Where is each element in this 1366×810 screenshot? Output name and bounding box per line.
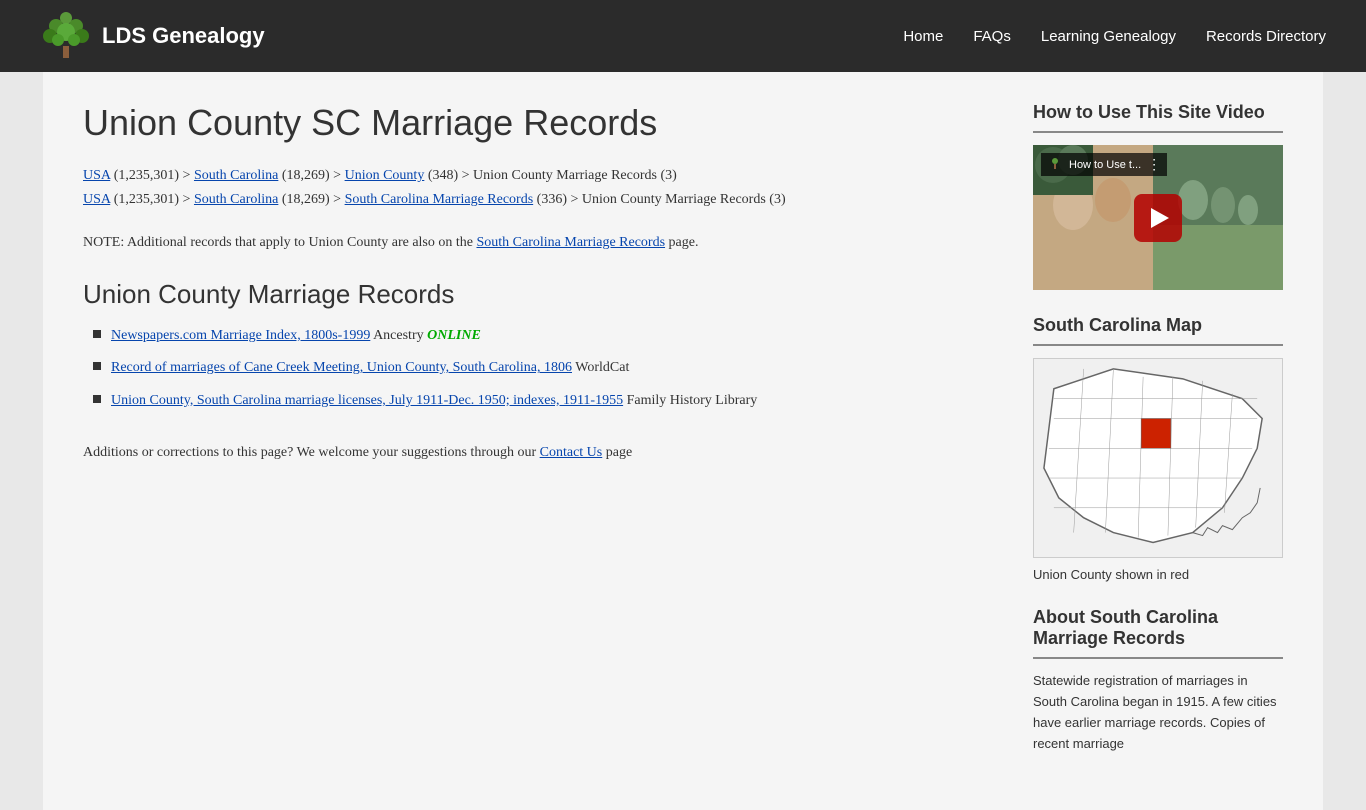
breadcrumb-sc-2[interactable]: South Carolina	[194, 192, 278, 207]
play-triangle-icon	[1151, 208, 1169, 228]
note-text: NOTE: Additional records that apply to U…	[83, 232, 993, 254]
nav-records[interactable]: Records Directory	[1206, 23, 1326, 50]
sc-map-container	[1033, 358, 1283, 562]
nav-faqs[interactable]: FAQs	[973, 23, 1011, 50]
breadcrumb-usa-2[interactable]: USA	[83, 192, 110, 207]
records-list: Newspapers.com Marriage Index, 1800s-199…	[83, 325, 993, 412]
breadcrumb-line-1: USA (1,235,301) > South Carolina (18,269…	[83, 164, 993, 188]
video-title-bar: How to Use t... ⋮	[1041, 153, 1167, 176]
sidebar-video-section: How to Use This Site Video	[1033, 102, 1283, 290]
breadcrumb-line-2: USA (1,235,301) > South Carolina (18,269…	[83, 188, 993, 212]
logo-area: LDS Genealogy	[40, 10, 903, 62]
nav-learning[interactable]: Learning Genealogy	[1041, 23, 1176, 50]
sidebar-about-title: About South Carolina Marriage Records	[1033, 607, 1283, 649]
video-title-text: How to Use t...	[1069, 159, 1141, 171]
breadcrumb-usa-1[interactable]: USA	[83, 168, 110, 183]
section-title: Union County Marriage Records	[83, 279, 993, 310]
video-thumbnail[interactable]: How to Use t... ⋮	[1033, 145, 1283, 290]
online-badge-1: ONLINE	[427, 328, 481, 343]
bullet-icon	[93, 330, 101, 338]
sidebar-map-section: South Carolina Map	[1033, 315, 1283, 582]
page-title: Union County SC Marriage Records	[83, 102, 993, 144]
record-link-2[interactable]: Record of marriages of Cane Creek Meetin…	[111, 360, 572, 375]
sidebar-about-section: About South Carolina Marriage Records St…	[1033, 607, 1283, 754]
note-sc-marriage-link[interactable]: South Carolina Marriage Records	[476, 235, 665, 250]
breadcrumb-union-county[interactable]: Union County	[345, 168, 425, 183]
record-link-3[interactable]: Union County, South Carolina marriage li…	[111, 393, 623, 408]
nav-home[interactable]: Home	[903, 23, 943, 50]
breadcrumb-sc-1[interactable]: South Carolina	[194, 168, 278, 183]
sc-map-svg	[1033, 358, 1283, 558]
sc-map-caption: Union County shown in red	[1033, 567, 1283, 582]
main-content: Union County SC Marriage Records USA (1,…	[83, 102, 993, 780]
logo-tree-icon	[40, 10, 92, 62]
contact-us-link[interactable]: Contact Us	[540, 445, 603, 460]
site-header: LDS Genealogy Home FAQs Learning Genealo…	[0, 0, 1366, 72]
sidebar-video-title: How to Use This Site Video	[1033, 102, 1283, 123]
list-item: Newspapers.com Marriage Index, 1800s-199…	[93, 325, 993, 347]
main-wrapper: Union County SC Marriage Records USA (1,…	[43, 72, 1323, 810]
play-button[interactable]	[1134, 194, 1182, 242]
additions-text: Additions or corrections to this page? W…	[83, 442, 993, 464]
bullet-icon	[93, 362, 101, 370]
list-item: Record of marriages of Cane Creek Meetin…	[93, 357, 993, 379]
bullet-icon	[93, 395, 101, 403]
sidebar-divider-2	[1033, 344, 1283, 346]
sidebar-map-title: South Carolina Map	[1033, 315, 1283, 336]
breadcrumb-sc-marriage[interactable]: South Carolina Marriage Records	[345, 192, 534, 207]
breadcrumb-area: USA (1,235,301) > South Carolina (18,269…	[83, 164, 993, 212]
about-text: Statewide registration of marriages in S…	[1033, 671, 1283, 754]
sidebar: How to Use This Site Video	[1033, 102, 1283, 780]
logo-text: LDS Genealogy	[102, 23, 265, 49]
list-item: Union County, South Carolina marriage li…	[93, 390, 993, 412]
video-logo-icon	[1047, 157, 1063, 173]
sidebar-divider-1	[1033, 131, 1283, 133]
main-nav: Home FAQs Learning Genealogy Records Dir…	[903, 23, 1326, 50]
record-link-1[interactable]: Newspapers.com Marriage Index, 1800s-199…	[111, 328, 370, 343]
sidebar-divider-3	[1033, 657, 1283, 659]
